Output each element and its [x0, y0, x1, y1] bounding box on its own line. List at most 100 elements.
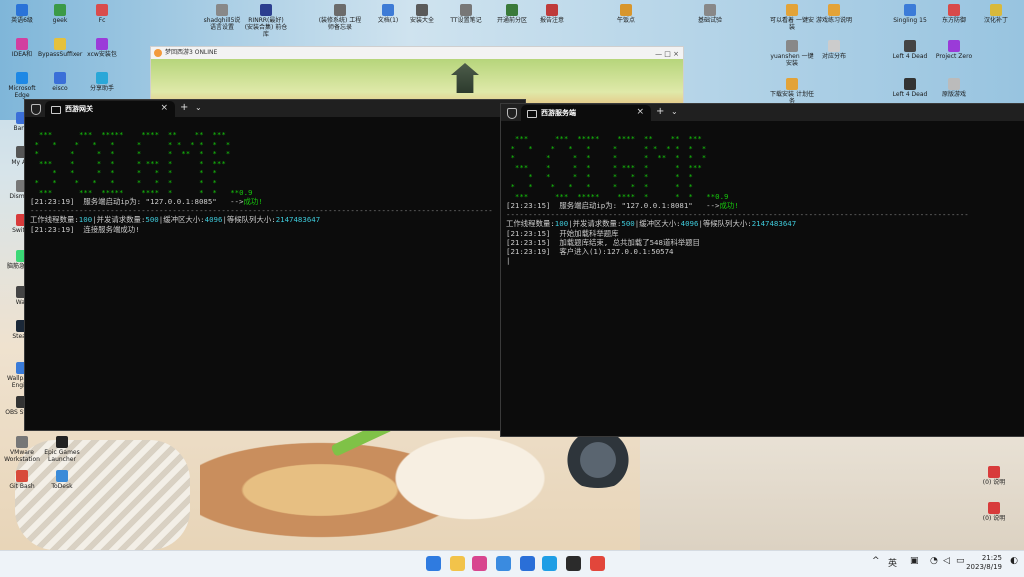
app-icon — [96, 4, 108, 16]
desktop-icon-label: RINRR(最好) (安装合集) 前仓库 — [244, 17, 288, 38]
desktop-icon[interactable]: ToDesk — [40, 470, 84, 490]
desktop-icon[interactable]: 报告注意 — [530, 4, 574, 24]
app-icon — [216, 4, 228, 16]
desktop-icon[interactable]: Project Zero — [932, 40, 976, 60]
ime-indicator[interactable]: 英 — [888, 556, 897, 569]
app-icon — [704, 4, 716, 16]
app-icon — [786, 78, 798, 90]
desktop-icon[interactable]: Fc — [80, 4, 124, 24]
ascii-art-line: *** * * * * *** * * *** — [506, 162, 702, 172]
desktop-icon[interactable]: VMware Workstation — [0, 436, 44, 463]
desktop-icon-label: VMware Workstation — [4, 449, 40, 463]
app-icon — [948, 40, 960, 52]
ascii-banner: *** *** ***** **** ** ** *** * * * * * *… — [506, 134, 1020, 201]
taskbar-app-pink-icon[interactable] — [472, 556, 487, 571]
desktop-icon-label: 午饭点 — [616, 17, 635, 24]
app-icon — [96, 38, 108, 50]
desktop-icon[interactable]: eisco — [38, 72, 82, 92]
chevron-down-icon[interactable]: ⌄ — [671, 107, 678, 116]
desktop-icon[interactable]: Git Bash — [0, 470, 44, 490]
taskbar-edge-icon[interactable] — [542, 556, 557, 571]
desktop-icon-label: 报告注意 — [539, 17, 564, 24]
desktop-icon[interactable]: (0) 说明 — [972, 502, 1016, 522]
ascii-art-line: *** * * * * *** * * *** — [30, 158, 226, 168]
app-icon — [56, 436, 68, 448]
app-icon — [16, 4, 28, 16]
terminal-output[interactable]: *** *** ***** **** ** ** *** * * * * * *… — [25, 117, 525, 238]
terminal-titlebar[interactable]: 西游网关 × + ⌄ — [25, 100, 525, 117]
volume-icon[interactable]: ◁ — [943, 556, 950, 566]
ascii-art-line: *** *** ***** **** ** ** *** — [30, 130, 226, 140]
app-icon-tray[interactable]: ▣ — [910, 556, 919, 566]
taskbar-terminal-icon[interactable] — [566, 556, 581, 571]
taskbar-chrome-icon[interactable] — [590, 556, 605, 571]
desktop-icon[interactable]: 分享助手 — [80, 72, 124, 92]
system-clock[interactable]: 21:25 2023/8/19 — [966, 554, 1002, 572]
app-icon — [988, 502, 1000, 514]
desktop-icon[interactable]: 东方防御 — [932, 4, 976, 24]
desktop-icon-label: 对应分布 — [821, 53, 846, 60]
ascii-art-line: * * * * * * ** * * * — [506, 153, 707, 163]
desktop-icon[interactable]: TT设置笔记 — [444, 4, 488, 24]
startup-line: [21:23:15] 服务端启动ip为: "127.0.0.1:8081" --… — [506, 201, 739, 211]
app-icon — [786, 4, 798, 16]
desktop-icon-label: 可以看着 一键安装 — [770, 17, 814, 31]
battery-icon[interactable]: ▭ — [956, 556, 965, 566]
config-line: 工作线程数量:100|并发请求数量:500|缓冲区大小:4096|等候队列大小:… — [506, 219, 797, 229]
game-window-titlebar[interactable]: 梦回西游3 ONLINE — □ × — [151, 47, 683, 59]
tray-chevron-icon[interactable]: ^ — [872, 556, 880, 566]
desktop-icon[interactable]: Left 4 Dead — [888, 40, 932, 60]
desktop-icon[interactable]: 安装大全 — [400, 4, 444, 24]
desktop-icon[interactable]: 原版游戏 — [932, 78, 976, 98]
desktop-icon[interactable]: 开通前分区 — [490, 4, 534, 24]
desktop-icon-label: 英语6级 — [11, 17, 33, 24]
desktop-icon[interactable]: Epic Games Launcher — [40, 436, 84, 463]
desktop-icon[interactable]: yuanshen 一键安装 — [770, 40, 814, 67]
desktop-icon[interactable]: Left 4 Dead — [888, 78, 932, 98]
desktop-icon[interactable]: shadghill5说 语言设置 — [200, 4, 244, 31]
startup-line: [21:23:19] 服务端启动ip为: "127.0.0.1:8085" --… — [30, 197, 263, 207]
desktop-icon[interactable]: xcw安装包 — [80, 38, 124, 58]
desktop-icon[interactable]: 下载安装 计划任务 — [770, 78, 814, 105]
desktop-icon[interactable]: 可以看着 一键安装 — [770, 4, 814, 31]
ascii-art-line: * * * * * * * * * * — [506, 182, 693, 192]
notification-icon[interactable]: ◐ — [1010, 556, 1018, 566]
desktop-icon[interactable]: (装修系统) 工程师备忘录 — [318, 4, 362, 31]
tab-label: 西游网关 — [65, 105, 93, 113]
desktop-icon-label: geek — [52, 17, 68, 24]
desktop-icon[interactable]: 对应分布 — [812, 40, 856, 60]
desktop-icon[interactable]: 午饭点 — [604, 4, 648, 24]
desktop-icon-label: 分享助手 — [89, 85, 114, 92]
app-icon — [828, 40, 840, 52]
app-icon — [260, 4, 272, 16]
desktop-icon[interactable]: geek — [38, 4, 82, 24]
taskbar-file-explorer-icon[interactable] — [450, 556, 465, 571]
new-tab-button[interactable]: + — [656, 106, 664, 117]
tab-server[interactable]: 西游服务端 × — [521, 105, 651, 121]
taskbar-app-store-icon[interactable] — [496, 556, 511, 571]
desktop-icon-label: (装修系统) 工程师备忘录 — [318, 17, 362, 31]
desktop-icon[interactable]: 基础试验 — [688, 4, 732, 24]
desktop-icon[interactable]: 游戏练习说明 — [812, 4, 856, 24]
desktop-icon-label: 东方防御 — [941, 17, 966, 24]
desktop-icon[interactable]: RINRR(最好) (安装合集) 前仓库 — [244, 4, 288, 38]
new-tab-button[interactable]: + — [180, 102, 188, 113]
taskbar-app-k-icon[interactable] — [520, 556, 535, 571]
tab-gateway[interactable]: 西游网关 × — [45, 101, 175, 117]
wifi-icon[interactable]: ◔ — [930, 556, 938, 566]
close-icon[interactable]: × — [636, 107, 644, 117]
desktop-icon[interactable]: (0) 说明 — [972, 466, 1016, 486]
terminal-output[interactable]: *** *** ***** **** ** ** *** * * * * * *… — [501, 121, 1024, 269]
desktop-icon[interactable]: Singling 15 — [888, 4, 932, 24]
game-window-title: 梦回西游3 ONLINE — [165, 49, 218, 56]
chevron-down-icon[interactable]: ⌄ — [195, 103, 202, 112]
app-icon — [988, 466, 1000, 478]
close-icon[interactable]: × — [160, 103, 168, 113]
taskbar-start-icon[interactable] — [426, 556, 441, 571]
terminal-window-gateway[interactable]: 西游网关 × + ⌄ *** *** ***** **** ** ** *** … — [24, 99, 526, 431]
desktop-icon[interactable]: BypassSuffixer — [38, 38, 82, 58]
terminal-window-server[interactable]: 西游服务端 × + ⌄ *** *** ***** **** ** ** ***… — [500, 103, 1024, 437]
terminal-titlebar[interactable]: 西游服务端 × + ⌄ — [501, 104, 1024, 121]
app-icon — [56, 470, 68, 482]
desktop-icon[interactable]: 汉化补丁 — [974, 4, 1018, 24]
